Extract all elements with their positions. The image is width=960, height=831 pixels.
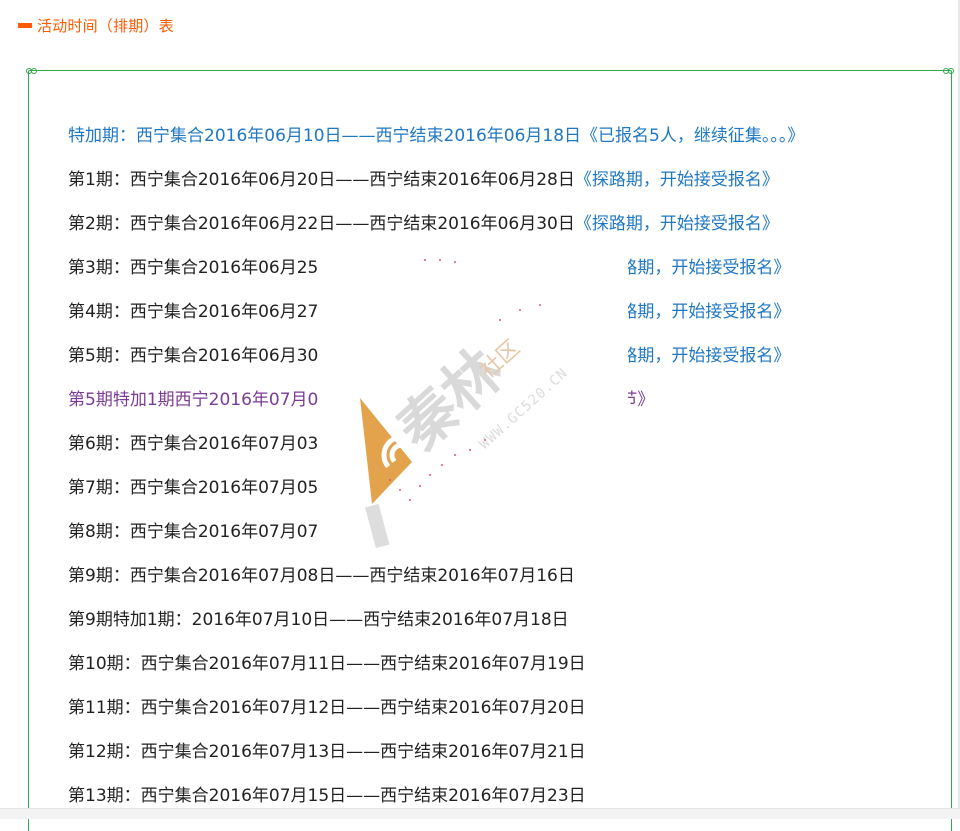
schedule-row: 第1期：西宁集合2016年06月20日——西宁结束2016年06月28日《探路期… [68, 158, 948, 202]
row-text: 第12期：西宁集合2016年07月13日——西宁结束2016年07月21日 [68, 742, 586, 762]
row-text: 第8期：西宁集合2016年07月07 [68, 522, 319, 542]
row-status-link[interactable]: 《探路期，开始接受报名》 [575, 170, 779, 190]
row-text: 第9期：西宁集合2016年07月08日——西宁结束2016年07月16日 [68, 566, 575, 586]
schedule-row: 第11期：西宁集合2016年07月12日——西宁结束2016年07月20日 [68, 686, 948, 730]
row-text: 第11期：西宁集合2016年07月12日——西宁结束2016年07月20日 [68, 698, 586, 718]
horizontal-scrollbar[interactable] [0, 808, 960, 819]
section-header: 活动时间（排期）表 [18, 14, 174, 36]
row-text: 第6期：西宁集合2016年07月03 [68, 434, 319, 454]
watermark-mask [330, 250, 628, 440]
schedule-row: 第8期：西宁集合2016年07月07 [68, 510, 948, 554]
row-status-link[interactable]: 路期，开始接受报名》 [620, 302, 790, 322]
row-text: 特加期：西宁集合2016年06月10日——西宁结束2016年06月18日《已报名… [68, 126, 805, 146]
row-text: 第9期特加1期：2016年07月10日——西宁结束2016年07月18日 [68, 610, 569, 630]
row-status-link[interactable]: 路期，开始接受报名》 [620, 258, 790, 278]
schedule-row: 第10期：西宁集合2016年07月11日——西宁结束2016年07月19日 [68, 642, 948, 686]
header-accent-bar [18, 22, 32, 28]
schedule-row: 第2期：西宁集合2016年06月22日——西宁结束2016年06月30日《探路期… [68, 202, 948, 246]
schedule-row: 第7期：西宁集合2016年07月05 [68, 466, 948, 510]
section-title: 活动时间（排期）表 [37, 16, 174, 35]
row-text: 第1期：西宁集合2016年06月20日——西宁结束2016年06月28日 [68, 170, 575, 190]
row-status-link[interactable]: 路期，开始接受报名》 [620, 346, 790, 366]
row-status-link[interactable]: 《探路期，开始接受报名》 [575, 214, 779, 234]
schedule-row: 第12期：西宁集合2016年07月13日——西宁结束2016年07月21日 [68, 730, 948, 774]
row-text: 第4期：西宁集合2016年06月27 [68, 302, 319, 322]
row-text: 第7期：西宁集合2016年07月05 [68, 478, 319, 498]
row-text: 第5期特加1期西宁2016年07月0 [68, 390, 319, 410]
schedule-row: 第9期：西宁集合2016年07月08日——西宁结束2016年07月16日 [68, 554, 948, 598]
schedule-row: 第9期特加1期：2016年07月10日——西宁结束2016年07月18日 [68, 598, 948, 642]
row-text: 第5期：西宁集合2016年06月30 [68, 346, 319, 366]
row-text: 第10期：西宁集合2016年07月11日——西宁结束2016年07月19日 [68, 654, 586, 674]
row-text: 第2期：西宁集合2016年06月22日——西宁结束2016年06月30日 [68, 214, 575, 234]
schedule-list: 特加期：西宁集合2016年06月10日——西宁结束2016年06月18日《已报名… [68, 114, 948, 818]
frame-corner-ornament-icon [26, 68, 37, 74]
row-text: 第13期：西宁集合2016年07月15日——西宁结束2016年07月23日 [68, 786, 586, 806]
frame-corner-ornament-icon [943, 68, 954, 74]
row-text: 第3期：西宁集合2016年06月25 [68, 258, 319, 278]
schedule-row-special[interactable]: 特加期：西宁集合2016年06月10日——西宁结束2016年06月18日《已报名… [68, 114, 948, 158]
